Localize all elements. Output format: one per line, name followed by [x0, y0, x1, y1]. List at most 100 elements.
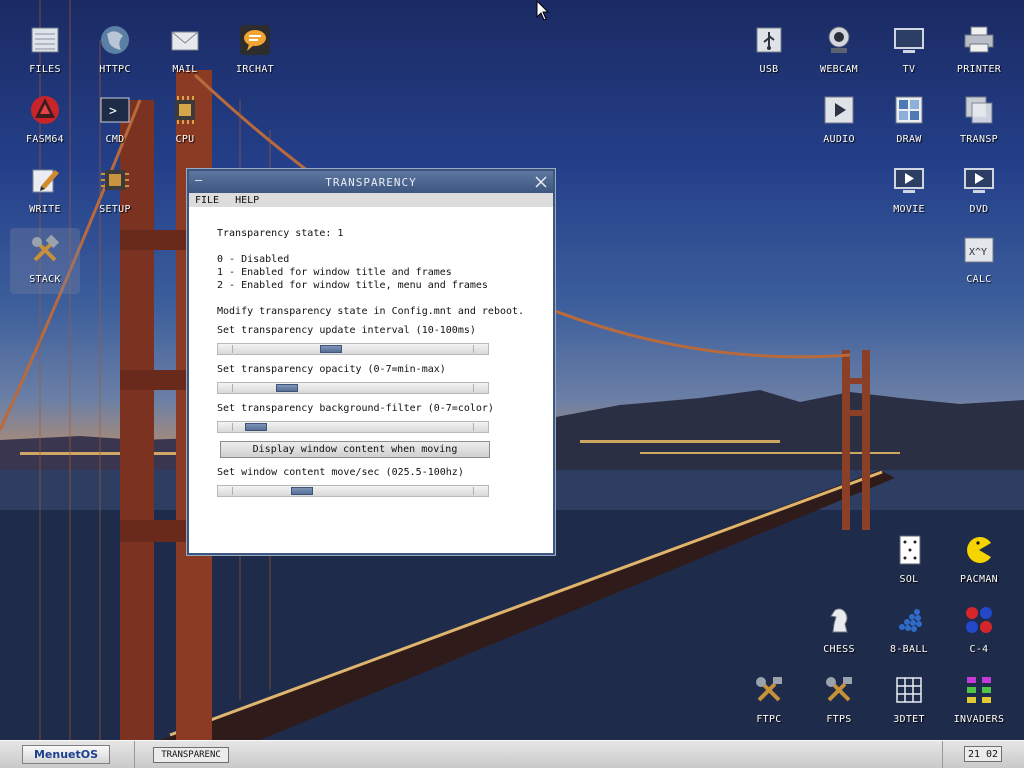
printer-icon [961, 22, 997, 58]
icon-label: FTPS [826, 714, 852, 725]
icon-label: CMD [105, 134, 125, 145]
icon-label: PACMAN [960, 574, 998, 585]
desktop-icon-webcam[interactable]: WEBCAM [804, 18, 874, 84]
terminal-icon: > [97, 92, 133, 128]
slider-label-opacity: Set transparency opacity (0-7=min-max) [217, 364, 446, 375]
svg-text:X^Y: X^Y [969, 247, 987, 258]
desktop-icon-transp[interactable]: TRANSP [944, 88, 1014, 154]
svg-text:>: > [109, 104, 117, 119]
clock-separator [942, 741, 943, 768]
tv-icon [891, 22, 927, 58]
icon-label: TV [902, 64, 916, 75]
cpu-icon [167, 92, 203, 128]
display-content-button[interactable]: Display window content when moving [220, 441, 490, 458]
icon-label: WEBCAM [820, 64, 858, 75]
desktop-icon-printer[interactable]: PRINTER [944, 18, 1014, 84]
taskbar-item-transparency[interactable]: TRANSPARENC [153, 746, 229, 763]
calculator-icon: X^Y [961, 232, 997, 268]
desktop-icon-8ball[interactable]: 8-BALL [874, 598, 944, 664]
connect-four-icon [961, 602, 997, 638]
option-1: 1 - Enabled for window title and frames [217, 267, 452, 278]
desktop-icon-httpc[interactable]: HTTPC [80, 18, 150, 84]
move-rate-slider[interactable] [217, 485, 489, 497]
icon-label: DRAW [896, 134, 922, 145]
desktop-icon-usb[interactable]: USB [734, 18, 804, 84]
start-button[interactable]: MenuetOS [22, 745, 110, 764]
desktop-icon-irchat[interactable]: IRCHAT [220, 18, 290, 84]
icon-label: INVADERS [953, 714, 1005, 725]
desktop-icon-ftps[interactable]: FTPS [804, 668, 874, 734]
desktop-icon-stack[interactable]: STACK [10, 228, 80, 294]
desktop-icon-draw[interactable]: DRAW [874, 88, 944, 154]
eight-ball-icon [891, 602, 927, 638]
desktop-icon-chess[interactable]: CHESS [804, 598, 874, 664]
icon-label: FASM64 [26, 134, 64, 145]
desktop-icon-setup[interactable]: SETUP [80, 158, 150, 224]
desktop-icon-c4[interactable]: C-4 [944, 598, 1014, 664]
filter-slider[interactable] [217, 421, 489, 433]
icon-label: MAIL [172, 64, 198, 75]
slider-label-move: Set window content move/sec (025.5-100hz… [217, 467, 464, 478]
desktop-icon-movie[interactable]: MOVIE [874, 158, 944, 224]
desktop-icon-audio[interactable]: AUDIO [804, 88, 874, 154]
close-icon [535, 176, 547, 188]
icon-label: DVD [969, 204, 989, 215]
option-0: 0 - Disabled [217, 254, 290, 265]
menu-bar: FILE HELP [189, 193, 553, 207]
solitaire-icon [891, 532, 927, 568]
usb-icon [751, 22, 787, 58]
icon-label: 8-BALL [890, 644, 928, 655]
close-button[interactable] [533, 174, 549, 190]
desktop-icon-mail[interactable]: MAIL [150, 18, 220, 84]
taskbar-separator [134, 740, 135, 768]
chess-icon [821, 602, 857, 638]
setup-icon [97, 162, 133, 198]
menu-help[interactable]: HELP [235, 195, 259, 206]
config-note: Modify transparency state in Config.mnt … [217, 306, 525, 317]
dvd-icon [961, 162, 997, 198]
desktop-icon-tv[interactable]: TV [874, 18, 944, 84]
transparency-state: Transparency state: 1 [217, 228, 344, 239]
mouse-cursor-icon [536, 0, 550, 21]
desktop-icon-cmd[interactable]: > CMD [80, 88, 150, 154]
fasm-icon [27, 92, 63, 128]
desktop-icon-dvd[interactable]: DVD [944, 158, 1014, 224]
desktop-icon-sol[interactable]: SOL [874, 528, 944, 594]
desktop-icon-invaders[interactable]: INVADERS [944, 668, 1014, 734]
minimize-button[interactable]: — [195, 174, 207, 187]
icon-label: C-4 [969, 644, 989, 655]
icon-label: FILES [29, 64, 61, 75]
icon-label: FTPC [756, 714, 782, 725]
clock: 21 02 [964, 746, 1002, 762]
desktop-icon-write[interactable]: WRITE [10, 158, 80, 224]
desktop-icon-pacman[interactable]: PACMAN [944, 528, 1014, 594]
slider-label-interval: Set transparency update interval (10-100… [217, 325, 476, 336]
slider-thumb[interactable] [245, 423, 268, 431]
icon-label: TRANSP [960, 134, 998, 145]
slider-thumb[interactable] [291, 487, 314, 495]
window-titlebar[interactable]: — TRANSPARENCY [189, 171, 553, 193]
desktop-icon-fasm64[interactable]: FASM64 [10, 88, 80, 154]
ftpc-icon [751, 672, 787, 708]
ftps-icon [821, 672, 857, 708]
interval-slider[interactable] [217, 343, 489, 355]
menu-file[interactable]: FILE [195, 195, 219, 206]
window-title: TRANSPARENCY [325, 175, 417, 189]
transparency-icon [961, 92, 997, 128]
slider-thumb[interactable] [276, 384, 298, 392]
desktop-icon-3dtet[interactable]: 3DTET [874, 668, 944, 734]
opacity-slider[interactable] [217, 382, 489, 394]
icon-label: HTTPC [99, 64, 131, 75]
taskbar: MenuetOS TRANSPARENC 21 02 [0, 740, 1024, 768]
pacman-icon [961, 532, 997, 568]
desktop-icon-cpu[interactable]: CPU [150, 88, 220, 154]
icon-label: SETUP [99, 204, 131, 215]
slider-thumb[interactable] [320, 345, 342, 353]
desktop-icon-files[interactable]: FILES [10, 18, 80, 84]
icon-label: USB [759, 64, 779, 75]
desktop-icon-ftpc[interactable]: FTPC [734, 668, 804, 734]
icon-label: IRCHAT [236, 64, 274, 75]
transparency-window: — TRANSPARENCY FILE HELP Transparency st… [187, 169, 555, 555]
desktop-icon-calc[interactable]: X^Y CALC [944, 228, 1014, 294]
icon-label: WRITE [29, 204, 61, 215]
